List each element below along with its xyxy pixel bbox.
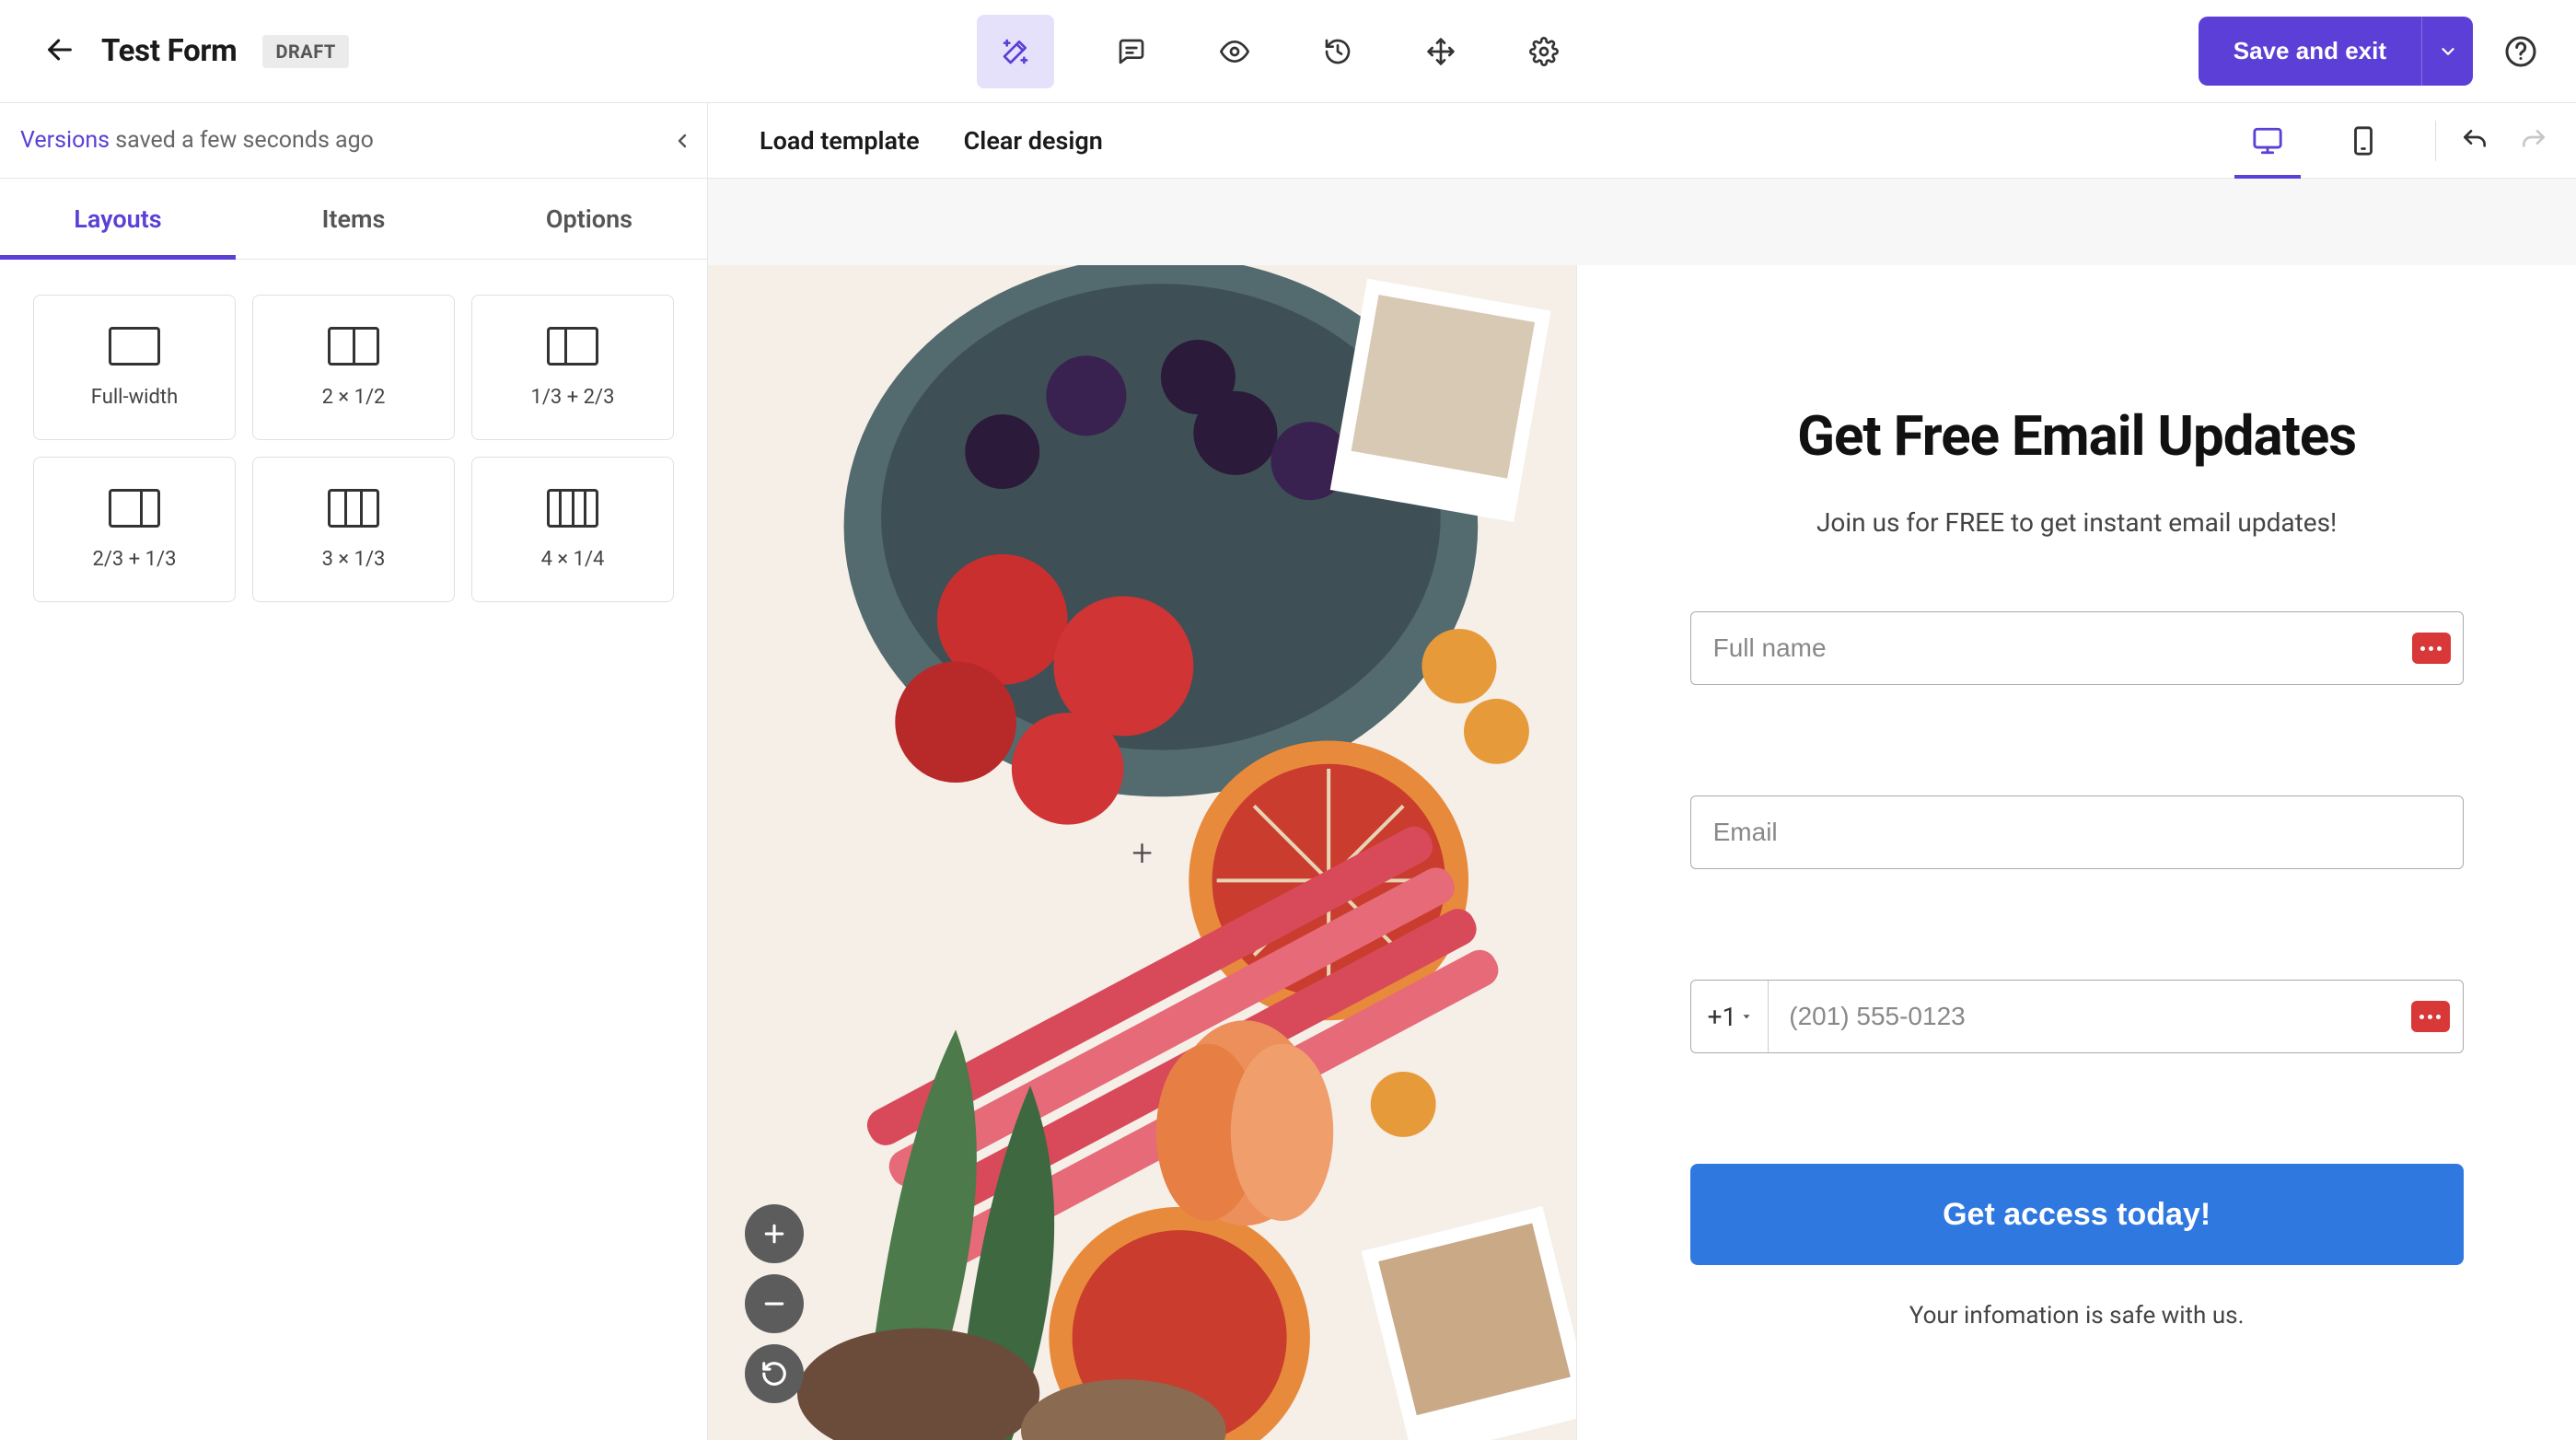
phone-prefix-text: +1 xyxy=(1708,1002,1737,1032)
email-input[interactable] xyxy=(1690,795,2464,869)
sidebar-tabs: Layouts Items Options xyxy=(0,179,707,260)
layout-thumb-icon xyxy=(547,327,598,366)
sub-header-right xyxy=(2240,103,2576,179)
mobile-viewport-icon[interactable] xyxy=(2336,103,2391,179)
caret-down-icon xyxy=(1740,1010,1753,1023)
canvas-page: + Get Free Email Updates Join us for FRE… xyxy=(708,265,2576,1440)
layout-thumb-icon xyxy=(109,327,160,366)
help-icon[interactable] xyxy=(2495,26,2547,77)
canvas-gray-top xyxy=(708,179,2576,265)
viewport-tabs xyxy=(2240,103,2391,179)
canvas: + Get Free Email Updates Join us for FRE… xyxy=(708,179,2576,1440)
email-field-wrap xyxy=(1690,795,2464,869)
canvas-image-block[interactable]: + xyxy=(708,265,1576,1440)
history-icon[interactable] xyxy=(1312,26,1363,77)
layout-card-three-third[interactable]: 3 × 1/3 xyxy=(252,457,455,602)
header-toolbar xyxy=(977,15,1570,88)
collapse-sidebar-icon[interactable] xyxy=(663,122,702,160)
form-heading[interactable]: Get Free Email Updates xyxy=(1797,403,2356,469)
load-template-button[interactable]: Load template xyxy=(760,126,920,156)
preview-eye-icon[interactable] xyxy=(1209,26,1260,77)
field-options-icon[interactable] xyxy=(2412,633,2451,664)
layout-thumb-icon xyxy=(328,489,379,528)
phone-field-wrap: +1 xyxy=(1690,980,2464,1053)
divider xyxy=(2435,121,2436,161)
comment-icon[interactable] xyxy=(1106,26,1157,77)
move-icon[interactable] xyxy=(1415,26,1467,77)
versions-status: Versions saved a few seconds ago xyxy=(20,127,374,154)
canvas-form-block: Get Free Email Updates Join us for FREE … xyxy=(1577,265,2576,1440)
sub-header-center: Load template Clear design xyxy=(708,126,1103,156)
fullname-field-wrap xyxy=(1690,611,2464,685)
save-exit-dropdown[interactable] xyxy=(2421,17,2473,86)
form-submit-button[interactable]: Get access today! xyxy=(1690,1164,2464,1265)
form-disclaimer[interactable]: Your infomation is safe with us. xyxy=(1909,1302,2245,1330)
zoom-in-icon[interactable] xyxy=(745,1204,804,1263)
field-options-icon[interactable] xyxy=(2411,1001,2450,1032)
desktop-viewport-icon[interactable] xyxy=(2240,103,2295,179)
phone-country-code[interactable]: +1 xyxy=(1691,981,1770,1052)
clear-design-button[interactable]: Clear design xyxy=(964,126,1103,156)
zoom-reset-icon[interactable] xyxy=(745,1344,804,1403)
header-right: Save and exit xyxy=(2199,17,2547,86)
undo-icon[interactable] xyxy=(2454,121,2495,161)
layout-thumb-icon xyxy=(547,489,598,528)
phone-input[interactable] xyxy=(1769,981,2462,1052)
back-arrow-icon[interactable] xyxy=(44,34,75,69)
tab-items[interactable]: Items xyxy=(236,179,471,259)
main-area: Layouts Items Options Full-width 2 × 1/2… xyxy=(0,179,2576,1440)
settings-gear-icon[interactable] xyxy=(1518,26,1570,77)
layout-card-twothird-onethird[interactable]: 2/3 + 1/3 xyxy=(33,457,236,602)
versions-saved-text: saved a few seconds ago xyxy=(110,127,374,154)
layout-card-label: Full-width xyxy=(91,386,178,409)
layout-card-four-quarter[interactable]: 4 × 1/4 xyxy=(471,457,674,602)
layout-thumb-icon xyxy=(109,489,160,528)
zoom-controls xyxy=(745,1204,804,1403)
add-block-icon[interactable]: + xyxy=(1122,832,1163,873)
layout-card-label: 1/3 + 2/3 xyxy=(530,386,614,409)
versions-link[interactable]: Versions xyxy=(20,127,110,154)
layout-card-two-half[interactable]: 2 × 1/2 xyxy=(252,295,455,440)
layout-card-label: 2/3 + 1/3 xyxy=(92,548,176,571)
form-subheading[interactable]: Join us for FREE to get instant email up… xyxy=(1816,507,2337,538)
sub-header-left: Versions saved a few seconds ago xyxy=(0,103,708,178)
fullname-input[interactable] xyxy=(1690,611,2464,685)
header-left: Test Form DRAFT xyxy=(44,33,349,69)
form-title: Test Form xyxy=(101,33,237,69)
sub-header: Versions saved a few seconds ago Load te… xyxy=(0,103,2576,179)
tab-layouts[interactable]: Layouts xyxy=(0,179,236,259)
draft-badge: DRAFT xyxy=(262,35,348,68)
sidebar: Layouts Items Options Full-width 2 × 1/2… xyxy=(0,179,708,1440)
magic-wand-icon[interactable] xyxy=(977,15,1054,88)
tab-options[interactable]: Options xyxy=(471,179,707,259)
layout-card-label: 3 × 1/3 xyxy=(322,548,386,571)
top-header: Test Form DRAFT Save and exit xyxy=(0,0,2576,103)
layout-card-label: 4 × 1/4 xyxy=(541,548,605,571)
zoom-out-icon[interactable] xyxy=(745,1274,804,1333)
layout-card-label: 2 × 1/2 xyxy=(322,386,386,409)
save-exit-group: Save and exit xyxy=(2199,17,2473,86)
layout-card-full-width[interactable]: Full-width xyxy=(33,295,236,440)
layouts-grid: Full-width 2 × 1/2 1/3 + 2/3 2/3 + 1/3 3… xyxy=(0,260,707,637)
save-exit-button[interactable]: Save and exit xyxy=(2199,17,2421,86)
redo-icon[interactable] xyxy=(2513,121,2554,161)
layout-card-onethird-twothird[interactable]: 1/3 + 2/3 xyxy=(471,295,674,440)
layout-thumb-icon xyxy=(328,327,379,366)
